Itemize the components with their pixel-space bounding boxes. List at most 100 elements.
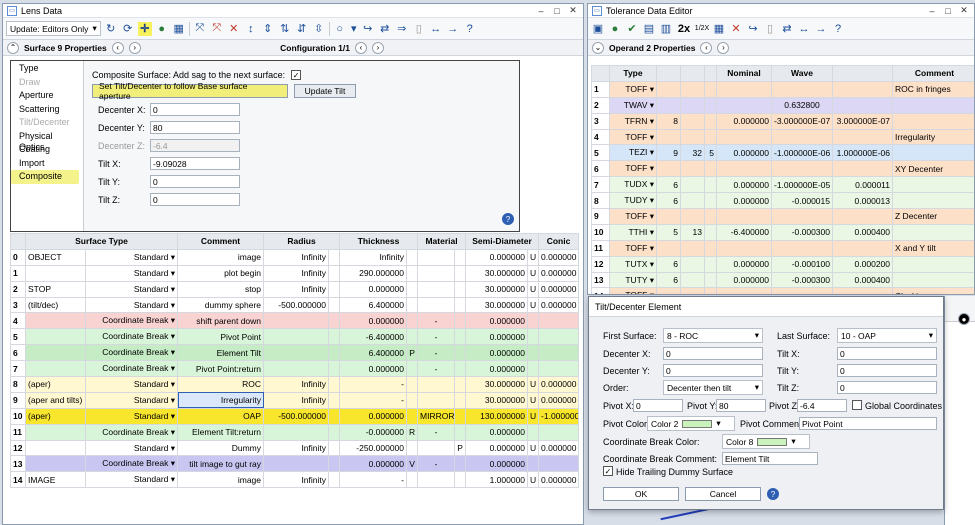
tde-cell-index[interactable]: 6 [591,160,610,178]
category-coating[interactable]: Coating [11,143,79,157]
tde-cell-max[interactable]: 1.000000E-06 [832,144,893,162]
cell-surface-type[interactable]: Standard ▾ [84,280,179,298]
cell-conic[interactable]: 0.000000 [538,264,580,282]
refresh-icon[interactable]: ↻ [104,22,118,36]
close-button[interactable]: ✕ [567,5,579,16]
cell-thickness[interactable]: 6.400000 [339,296,408,314]
last-surface-dropdown[interactable]: 10 - OAP ▾ [837,328,937,343]
cell-comment[interactable]: image [177,471,265,489]
cell-semi-diameter[interactable]: 130.000000 [465,407,529,425]
tde-cell-index[interactable]: 11 [591,239,610,257]
cb-comment-field[interactable] [722,452,818,465]
cell-comment[interactable]: Irregularity [177,391,265,409]
cell-semi-diameter[interactable]: 30.000000 [465,376,529,393]
cell-index[interactable]: 5 [10,328,26,346]
cell-index[interactable]: 11 [10,423,26,441]
cell-semi-flag[interactable]: U [527,376,540,393]
cell-material-flag[interactable] [454,264,467,282]
tde-cell-index[interactable]: 2 [591,96,610,114]
cell-semi-flag[interactable] [527,344,540,362]
category-import[interactable]: Import [11,157,79,171]
cell-material[interactable] [417,248,456,266]
arrow-right-icon[interactable]: → [814,22,828,36]
prev-surface-button[interactable]: ‹ [111,41,124,54]
tde-cell-min[interactable]: -1.000000E-05 [771,176,833,194]
table-row[interactable]: 7 TUDX ▾ 6 0.000000 -1.000000E-05 0.000011 [591,176,974,194]
cell-index[interactable]: 7 [10,360,26,378]
tde-cell-type[interactable]: TUDY ▾ [609,192,657,210]
cell-semi-flag[interactable] [527,423,540,441]
table-row[interactable]: 14 IMAGE Standard ▾ image Infinity - 1.000000 U… [10,471,580,489]
cell-radius[interactable]: Infinity [263,264,330,282]
tde-cell-min[interactable] [771,287,833,294]
cell-material-flag[interactable]: P [454,439,467,457]
table-row[interactable]: 2 TWAV ▾ 0.632800 [591,96,974,114]
tde-cell-int1[interactable] [656,160,681,178]
cell-material-flag[interactable] [454,280,467,298]
cell-thickness-flag[interactable] [406,312,419,330]
tde-col-nominal[interactable]: Nominal [716,65,772,82]
file-icon[interactable]: ▯ [412,22,426,36]
tde-cell-comment[interactable] [892,271,974,289]
cell-semi-diameter[interactable]: 0.000000 [465,312,529,330]
table-row[interactable]: 4 Coordinate Break ▾ shift parent down 0.00… [10,312,580,330]
cell-thickness[interactable]: -6.400000 [339,328,408,346]
cell-semi-diameter[interactable]: 0.000000 [465,423,529,441]
cell-semi-diameter[interactable]: 0.000000 [465,248,529,266]
tde-cell-type[interactable]: TOFF ▾ [609,80,657,98]
cell-material-flag[interactable] [454,391,467,409]
tde-cell-comment[interactable] [892,255,974,273]
cell-radius-flag[interactable] [328,391,341,409]
table-row[interactable]: 6 Coordinate Break ▾ Element Tilt 6.400000 P… [10,344,580,362]
chevron-down-icon[interactable]: ▾ [350,22,358,36]
sync-icon[interactable]: ⇄ [780,22,794,36]
cell-surface-type[interactable]: Coordinate Break ▾ [84,312,179,330]
category-physical-optics[interactable]: Physical Optics [11,130,79,153]
cell-semi-diameter[interactable]: 1.000000 [465,471,529,489]
cell-surface-type[interactable]: Coordinate Break ▾ [84,423,179,441]
tde-cell-index[interactable]: 7 [591,176,610,194]
tde-cell-min[interactable] [771,160,833,178]
tde-col-type[interactable]: Type [609,65,657,82]
cell-surface-type[interactable]: Coordinate Break ▾ [84,344,179,362]
insert-icon[interactable]: ▤ [642,22,656,36]
add-fold-icon[interactable]: ⤧ [193,22,207,36]
tde-cell-min[interactable]: -1.000000E-06 [771,144,833,162]
tde-cell-int1[interactable] [656,239,681,257]
tde-cell-max[interactable] [832,96,893,114]
cell-index[interactable]: 1 [10,264,26,282]
tde-cell-index[interactable]: 3 [591,112,610,130]
cell-surface-type[interactable]: Coordinate Break ▾ [84,455,179,473]
tde-cell-int3[interactable] [704,271,717,289]
cell-surface-name[interactable] [25,439,86,457]
cell-conic[interactable]: 0.000000 [538,376,580,393]
tde-cell-index[interactable]: 13 [591,271,610,289]
tde-cell-int1[interactable] [656,128,681,146]
cell-thickness[interactable]: 290.000000 [339,264,408,282]
cell-material[interactable] [417,471,456,489]
cell-comment[interactable]: Pivot Point:return [177,360,265,378]
cell-surface-name[interactable] [25,360,86,378]
cell-material[interactable] [417,376,456,393]
cell-surface-name[interactable] [25,423,86,441]
tde-cell-max[interactable] [832,239,893,257]
solve-icon[interactable]: ↪ [746,22,760,36]
cell-index[interactable]: 12 [10,439,26,457]
pivot-comment-field[interactable] [799,417,937,430]
cell-conic[interactable] [538,423,580,441]
tilt-z-field[interactable] [150,193,240,206]
cell-comment[interactable]: tilt image to gut ray [177,455,265,473]
cell-conic[interactable]: 0.000000 [538,391,580,409]
cell-thickness-flag[interactable] [406,471,419,489]
table-row[interactable]: 7 Coordinate Break ▾ Pivot Point:return 0.0… [10,360,580,378]
tde-cell-nominal[interactable] [716,287,772,294]
cell-radius[interactable]: Infinity [263,439,330,457]
cell-material[interactable]: - [417,328,456,346]
cell-thickness-flag[interactable] [406,280,419,298]
cell-surface-type[interactable]: Coordinate Break ▾ [84,328,179,346]
cell-radius[interactable]: Infinity [263,471,330,489]
first-surface-dropdown[interactable]: 8 - ROC ▾ [663,328,763,343]
tde-cell-comment[interactable]: ROC in fringes [892,80,974,98]
copy-icon[interactable]: ▯ [763,22,777,36]
table-row[interactable]: 5 Coordinate Break ▾ Pivot Point -6.400000-… [10,328,580,346]
